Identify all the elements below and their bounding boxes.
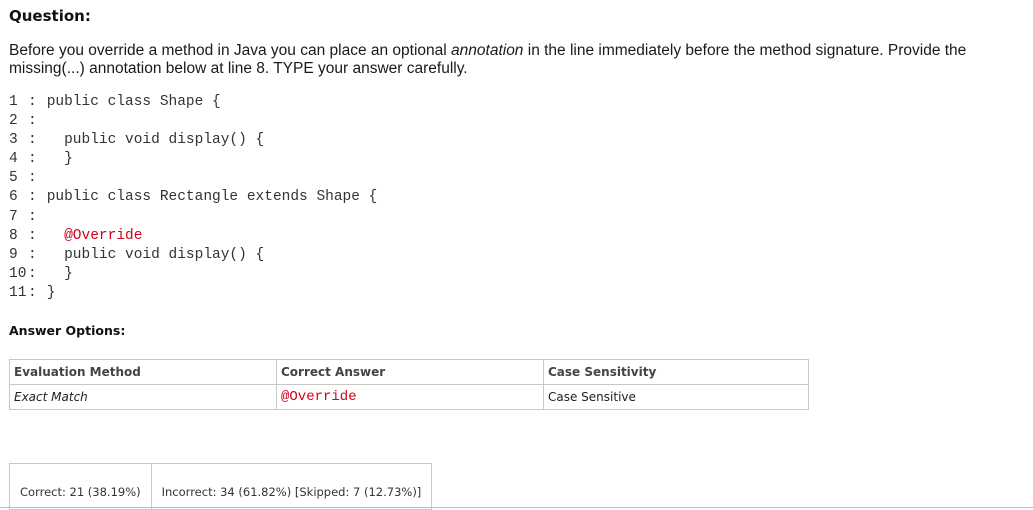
code-line: 8: @Override <box>9 227 143 244</box>
line-number: 10 <box>9 265 27 282</box>
correct-count: Correct: 21 (38.19%) <box>20 484 141 499</box>
line-number: 4 <box>9 151 18 168</box>
answer-options-table: Evaluation Method Correct Answer Case Se… <box>9 359 809 410</box>
code-text: public void display() { <box>46 132 265 149</box>
question-text: Before you override a method in Java you… <box>9 42 1019 78</box>
code-text: } <box>46 151 73 168</box>
code-line: 1: public class Shape { <box>9 94 221 110</box>
code-line: 4: } <box>9 151 73 168</box>
header-evaluation-method: Evaluation Method <box>9 359 277 385</box>
line-number: 2 <box>9 113 18 130</box>
question-text-before: Before you override a method in Java you… <box>9 42 452 59</box>
header-case-sensitivity: Case Sensitivity <box>543 359 809 385</box>
answer-options-label: Answer Options: <box>9 323 126 338</box>
question-header: Question: <box>9 7 91 25</box>
code-text: public class Shape { <box>46 94 221 110</box>
evaluation-method-value: Exact Match <box>9 384 277 410</box>
code-line: 3: public void display() { <box>9 132 265 149</box>
code-line: 11: } <box>9 284 56 301</box>
code-text: public void display() { <box>46 246 265 263</box>
code-line: 9: public void display() { <box>9 246 265 263</box>
bottom-divider <box>0 507 1033 508</box>
code-line: 6: public class Rectangle extends Shape … <box>9 189 378 206</box>
line-number: 1 <box>9 94 18 110</box>
answer-stats: Correct: 21 (38.19%) Incorrect: 34 (61.8… <box>9 463 433 510</box>
question-text-emphasis: annotation <box>451 42 524 59</box>
correct-answer-value: @Override <box>276 384 544 410</box>
table-header-row: Evaluation Method Correct Answer Case Se… <box>9 359 809 385</box>
code-line: 7: <box>9 208 37 225</box>
line-number: 3 <box>9 132 18 149</box>
incorrect-count: Incorrect: 34 (61.82%) [Skipped: 7 (12.7… <box>150 464 432 509</box>
line-number: 7 <box>9 208 18 225</box>
line-number: 8 <box>9 227 18 244</box>
line-number: 11 <box>9 284 27 301</box>
header-correct-answer: Correct Answer <box>276 359 544 385</box>
line-number: 9 <box>9 246 18 263</box>
case-sensitivity-value: Case Sensitive <box>543 384 809 410</box>
table-row: Exact Match @Override Case Sensitive <box>9 384 809 410</box>
code-block: 1: public class Shape { 2: 3: public voi… <box>9 93 377 303</box>
code-text-annotation: @Override <box>46 227 143 244</box>
code-text: } <box>46 265 73 282</box>
code-text: public class Rectangle extends Shape { <box>46 189 378 206</box>
code-line: 10: } <box>9 265 73 282</box>
code-line: 5: <box>9 170 37 187</box>
code-text: } <box>46 284 56 301</box>
line-number: 6 <box>9 189 18 206</box>
line-number: 5 <box>9 170 18 187</box>
code-line: 2: <box>9 113 37 130</box>
